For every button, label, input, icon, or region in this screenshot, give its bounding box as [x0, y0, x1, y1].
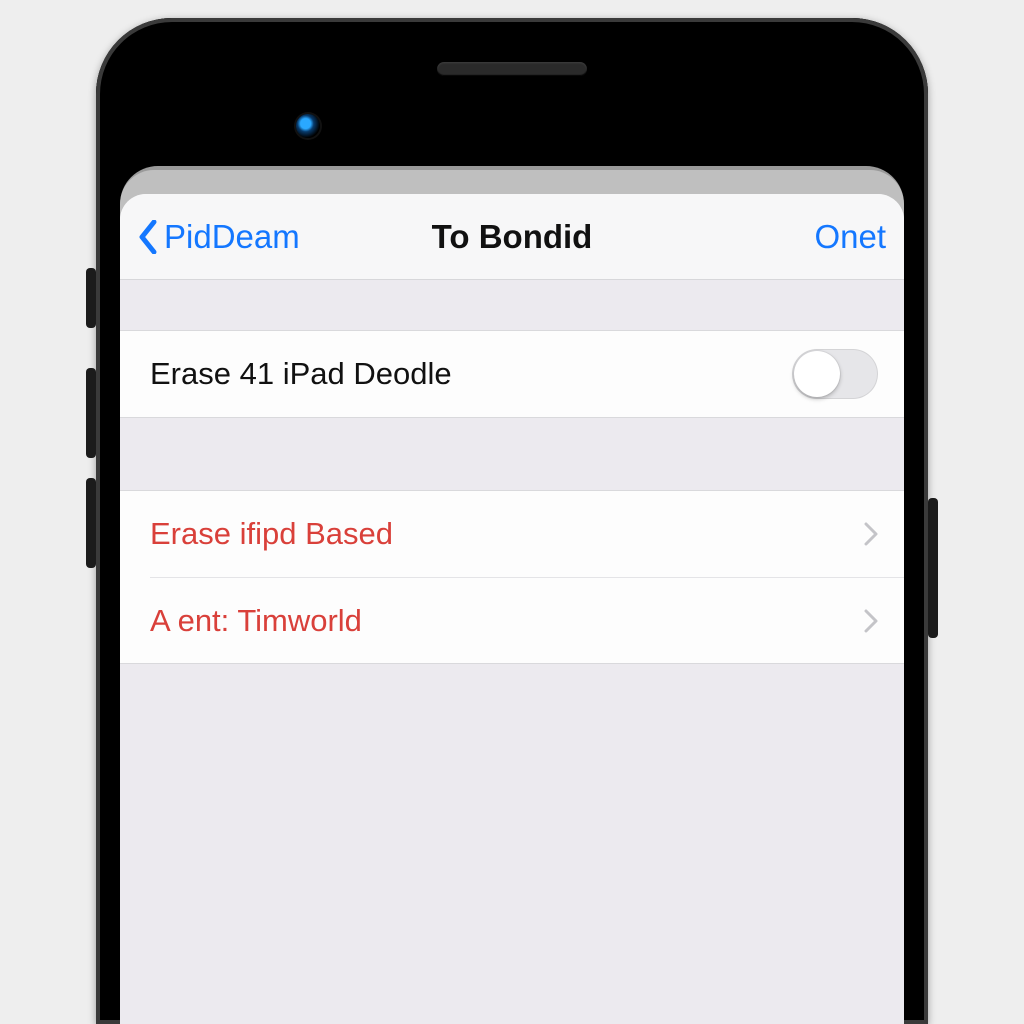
row-label: Erase 41 iPad Deodle: [150, 356, 792, 392]
chevron-left-icon: [138, 220, 158, 254]
toggle-knob: [794, 351, 840, 397]
section-spacer: [120, 418, 904, 490]
row-label: Erase ifipd Based: [150, 516, 864, 552]
side-button-power: [928, 498, 938, 638]
row-label: A ent: Timworld: [150, 603, 864, 639]
toggle-switch[interactable]: [792, 349, 878, 399]
content-area: Erase 41 iPad Deodle Erase ifipd Based: [120, 280, 904, 1024]
settings-group-actions: Erase ifipd Based A ent: Timworld: [120, 490, 904, 664]
back-label: PidDeam: [164, 218, 300, 256]
row-a-ent-timworld[interactable]: A ent: Timworld: [150, 577, 904, 663]
row-erase-toggle: Erase 41 iPad Deodle: [120, 331, 904, 417]
front-camera: [296, 114, 320, 138]
row-erase-based[interactable]: Erase ifipd Based: [120, 491, 904, 577]
page-title: To Bondid: [432, 218, 593, 256]
nav-action-button[interactable]: Onet: [592, 218, 886, 256]
settings-group-toggle: Erase 41 iPad Deodle: [120, 330, 904, 418]
earpiece: [437, 62, 587, 76]
side-button-volume-down: [86, 478, 96, 568]
side-button-mute: [86, 268, 96, 328]
nav-bar: PidDeam To Bondid Onet: [120, 194, 904, 280]
chevron-right-icon: [864, 609, 878, 633]
modal-sheet: PidDeam To Bondid Onet Erase 41 iPad Deo…: [120, 194, 904, 1024]
section-spacer: [120, 280, 904, 330]
phone-frame: PidDeam To Bondid Onet Erase 41 iPad Deo…: [96, 18, 928, 1024]
screen: PidDeam To Bondid Onet Erase 41 iPad Deo…: [120, 166, 904, 1024]
side-button-volume-up: [86, 368, 96, 458]
back-button[interactable]: PidDeam: [138, 218, 432, 256]
chevron-right-icon: [864, 522, 878, 546]
